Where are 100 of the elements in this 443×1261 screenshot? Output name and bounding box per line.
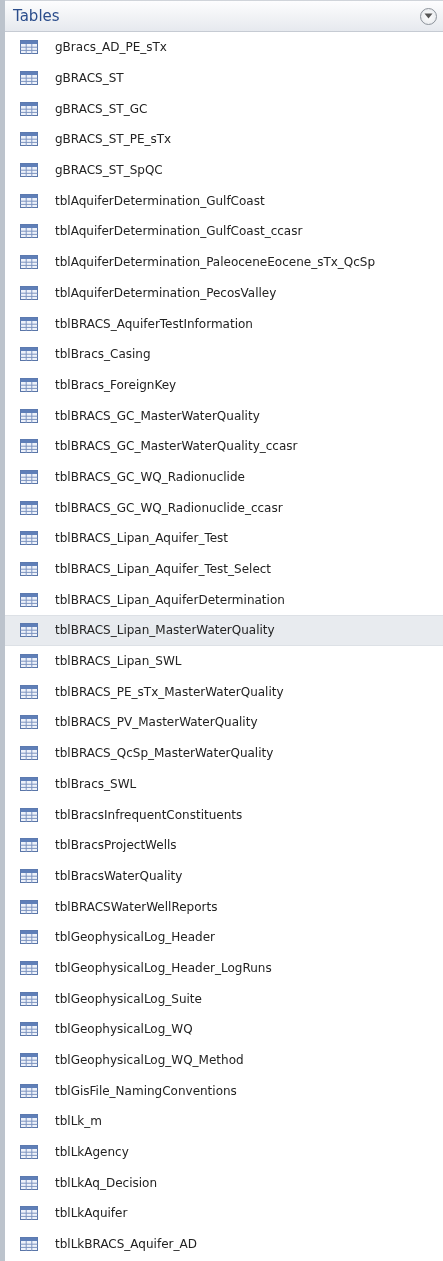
table-name: tblBRACS_Lipan_SWL (55, 654, 182, 669)
table-name: tblGeophysicalLog_Suite (55, 991, 202, 1006)
table-list-item[interactable]: tblBRACS_Lipan_SWL (5, 645, 443, 677)
table-icon (20, 991, 38, 1006)
table-icon (20, 684, 38, 699)
table-list-item[interactable]: tblBRACS_Lipan_Aquifer_Test (5, 523, 443, 554)
table-list-item[interactable]: tblBracs_Casing (5, 338, 443, 370)
table-list-item[interactable]: tblAquiferDetermination_PecosValley (5, 277, 443, 309)
table-list-item[interactable]: tblBRACS_Lipan_MasterWaterQuality (5, 615, 443, 646)
table-name: tblBRACS_AquiferTestInformation (55, 316, 253, 331)
table-list-item[interactable]: tblBRACS_GC_WQ_Radionuclide (5, 461, 443, 493)
table-list-item[interactable]: tblLkAquifer (5, 1198, 443, 1229)
table-name: tblGeophysicalLog_Header_LogRuns (55, 960, 272, 975)
table-name: tblBRACS_QcSp_MasterWaterQuality (55, 746, 274, 761)
table-list-item[interactable]: tblGeophysicalLog_Suite (5, 983, 443, 1014)
table-icon (20, 715, 38, 730)
table-list-item[interactable]: gBRACS_ST_GC (5, 93, 443, 125)
table-icon (20, 101, 38, 116)
table-list-item[interactable]: tblGeophysicalLog_WQ_Method (5, 1044, 443, 1076)
table-list-item[interactable]: tblAquiferDetermination_GulfCoast_ccasr (5, 216, 443, 247)
table-name: tblBRACSWaterWellReports (55, 899, 218, 914)
table-name: tblBRACS_GC_MasterWaterQuality_ccasr (55, 439, 298, 454)
table-list-item[interactable]: tblBracs_SWL (5, 768, 443, 800)
table-icon (20, 930, 38, 945)
table-name: tblAquiferDetermination_GulfCoast_ccasr (55, 224, 303, 239)
dropdown-button[interactable] (420, 7, 437, 25)
table-list-item[interactable]: tblGeophysicalLog_Header_LogRuns (5, 952, 443, 984)
table-icon (20, 562, 38, 577)
table-name: gBRACS_ST_GC (55, 101, 148, 116)
table-icon (20, 224, 38, 239)
table-icon (20, 193, 38, 208)
table-list-item[interactable]: tblAquiferDetermination_PaleoceneEocene_sTx_QcSp (5, 246, 443, 278)
table-list-item[interactable]: tblBRACS_GC_MasterWaterQuality (5, 400, 443, 431)
table-name: gBRACS_ST (55, 71, 124, 86)
table-icon (20, 469, 38, 484)
table-list-item[interactable]: tblBRACS_Lipan_AquiferDetermination (5, 584, 443, 616)
table-name: tblBracsInfrequentConstituents (55, 807, 243, 822)
table-icon (20, 592, 38, 607)
table-list-item[interactable]: tblBracsProjectWells (5, 829, 443, 861)
table-icon (20, 654, 38, 669)
table-icon (20, 1175, 38, 1190)
table-list-item[interactable]: tblBRACS_PE_sTx_MasterWaterQuality (5, 676, 443, 708)
table-list-item[interactable]: tblBRACS_Lipan_Aquifer_Test_Select (5, 553, 443, 585)
table-list-item[interactable]: tblGeophysicalLog_WQ (5, 1014, 443, 1045)
table-icon (20, 1206, 38, 1221)
table-list-item[interactable]: tblLkAq_Decision (5, 1167, 443, 1199)
table-name: tblBracs_Casing (55, 347, 151, 362)
table-name: tblLkAgency (55, 1145, 129, 1160)
table-name: tblBracs_ForeignKey (55, 377, 177, 392)
table-icon (20, 1114, 38, 1129)
table-list-item[interactable]: tblBracsInfrequentConstituents (5, 799, 443, 830)
table-icon (20, 500, 38, 515)
table-list-item[interactable]: tblBRACS_GC_WQ_Radionuclide_ccasr (5, 492, 443, 523)
table-icon (20, 255, 38, 270)
table-list-item[interactable]: tblGeophysicalLog_Header (5, 921, 443, 953)
table-icon (20, 746, 38, 761)
table-list-item[interactable]: tblLk_m (5, 1106, 443, 1137)
table-icon (20, 163, 38, 178)
table-list-item[interactable]: tblBRACS_GC_MasterWaterQuality_ccasr (5, 430, 443, 462)
table-list-item[interactable]: tblGisFile_NamingConventions (5, 1075, 443, 1107)
table-name: tblAquiferDetermination_PecosValley (55, 285, 277, 300)
pane-title: Tables (13, 7, 60, 25)
table-list-item[interactable]: tblLkBRACS_Aquifer_AD (5, 1228, 443, 1260)
table-icon (20, 899, 38, 914)
table-name: gBracs_AD_PE_sTx (55, 40, 167, 55)
table-name: tblGeophysicalLog_WQ_Method (55, 1053, 244, 1068)
table-list-item[interactable]: tblBracs_ForeignKey (5, 369, 443, 401)
table-name: tblBRACS_PV_MasterWaterQuality (55, 715, 258, 730)
table-name: tblBRACS_GC_MasterWaterQuality (55, 408, 260, 423)
caret-icon (424, 13, 433, 19)
table-icon (20, 776, 38, 791)
table-name: tblGeophysicalLog_Header (55, 930, 215, 945)
table-list-item[interactable]: tblBRACS_AquiferTestInformation (5, 308, 443, 339)
table-list-item[interactable]: tblBRACSWaterWellReports (5, 891, 443, 922)
table-list-item[interactable]: tblBracsWaterQuality (5, 860, 443, 892)
table-name: tblBracsProjectWells (55, 838, 177, 853)
table-name: tblBracsWaterQuality (55, 868, 183, 883)
table-list-item[interactable]: gBRACS_ST_SpQC (5, 154, 443, 186)
table-name: tblLk_m (55, 1114, 102, 1129)
table-icon (20, 71, 38, 86)
table-list-item[interactable]: tblBRACS_PV_MasterWaterQuality (5, 707, 443, 738)
table-list-item[interactable]: gBRACS_ST_PE_sTx (5, 124, 443, 155)
table-list-item[interactable]: tblBRACS_QcSp_MasterWaterQuality (5, 737, 443, 769)
table-list-item[interactable]: tblLkAgency (5, 1136, 443, 1168)
table-name: tblLkBRACS_Aquifer_AD (55, 1237, 197, 1252)
table-icon (20, 960, 38, 975)
table-name: tblLkAq_Decision (55, 1175, 157, 1190)
table-icon (20, 316, 38, 331)
table-name: tblBRACS_Lipan_MasterWaterQuality (55, 623, 275, 638)
table-name: tblGeophysicalLog_WQ (55, 1022, 193, 1037)
table-name: tblBracs_SWL (55, 776, 137, 791)
table-name: tblBRACS_GC_WQ_Radionuclide (55, 469, 245, 484)
table-icon (20, 377, 38, 392)
table-name: tblLkAquifer (55, 1206, 128, 1221)
table-icon (20, 807, 38, 822)
table-list-item[interactable]: gBRACS_ST (5, 62, 443, 94)
table-list-item[interactable]: tblAquiferDetermination_GulfCoast (5, 185, 443, 217)
table-icon (20, 838, 38, 853)
table-icon (20, 531, 38, 546)
table-list-item[interactable]: gBracs_AD_PE_sTx (5, 32, 443, 63)
